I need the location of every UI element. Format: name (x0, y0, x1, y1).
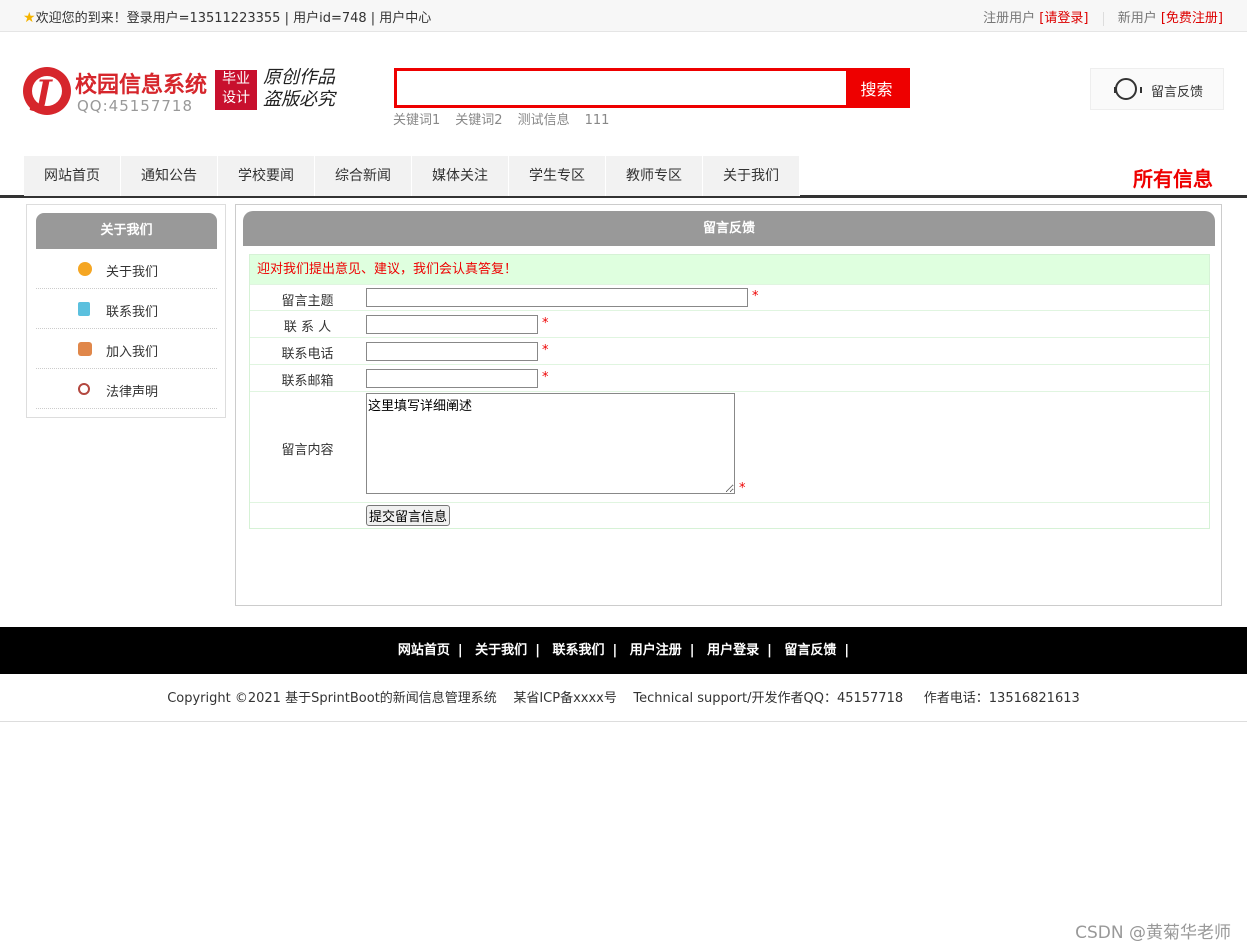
content-label: 留言内容 (281, 443, 334, 458)
sidebar-item-contact[interactable]: 联系我们 (36, 289, 217, 329)
clipboard-icon (78, 302, 90, 316)
headset-icon (1114, 78, 1142, 100)
divider: | (844, 643, 850, 658)
required-mark: * (752, 289, 759, 304)
submit-button[interactable]: 提交留言信息 (366, 505, 451, 526)
form-tip: 迎对我们提出意见、建议，我们会认真答复！ (250, 255, 1209, 284)
logo-qq: QQ:45157718 (77, 97, 194, 115)
required-mark: * (542, 316, 549, 331)
divider: | (535, 643, 540, 658)
keyword-link[interactable]: 111 (585, 113, 610, 128)
divider (1102, 11, 1104, 26)
register-link[interactable]: [免费注册] (1161, 11, 1223, 26)
keyword-link[interactable]: 测试信息 (518, 113, 570, 128)
lock-icon (78, 342, 92, 356)
footer-link-feedback[interactable]: 留言反馈 (784, 643, 836, 658)
divider: | (689, 643, 695, 658)
auth-links: 注册用户 [请登录] 新用户 [免费注册] (983, 7, 1223, 26)
logo-mark-icon: J (23, 67, 71, 115)
star-icon: ★ (23, 10, 36, 26)
required-mark: * (542, 343, 549, 358)
site-logo[interactable]: J 校园信息系统 QQ:45157718 毕业 设计 原创作品 盗版必究 (23, 67, 343, 117)
sidebar-title: 关于我们 (36, 213, 217, 249)
nav-item-students[interactable]: 学生专区 (509, 156, 606, 196)
main-nav: 网站首页 通知公告 学校要闻 综合新闻 媒体关注 学生专区 教师专区 关于我们 … (0, 155, 1247, 198)
sidebar-item-label: 关于我们 (106, 265, 159, 280)
nav-item-notices[interactable]: 通知公告 (121, 156, 218, 196)
orange-dot-icon (78, 262, 92, 276)
welcome-message: ★欢迎您的到来！登录用户=13511223355 | 用户id=748 | 用户… (23, 7, 431, 26)
panel-title: 留言反馈 (243, 211, 1215, 246)
power-icon (78, 383, 90, 395)
sidebar-item-join[interactable]: 加入我们 (36, 329, 217, 369)
search-input[interactable] (397, 71, 849, 105)
footer-link-register[interactable]: 用户注册 (630, 643, 682, 658)
footer-link-contact[interactable]: 联系我们 (552, 643, 604, 658)
all-info-link[interactable]: 所有信息 (1133, 163, 1213, 192)
feedback-shortcut[interactable]: 留言反馈 (1090, 68, 1224, 110)
divider: | (767, 643, 772, 658)
logo-slogan: 原创作品 盗版必究 (263, 67, 335, 110)
feedback-panel: 留言反馈 迎对我们提出意见、建议，我们会认真答复！ 留言主题 * 联 系 人 *… (235, 204, 1222, 606)
copyright: Copyright ©2021 基于SprintBoot的新闻信息管理系统 某省… (0, 674, 1247, 722)
content-textarea[interactable]: 这里填写详细阐述 (366, 393, 735, 494)
welcome-text: 欢迎您的到来！登录用户=13511223355 | 用户id=748 | 用户中… (35, 11, 432, 26)
hot-keywords: 关键词1 关键词2 测试信息 111 (393, 109, 624, 128)
logo-badge: 毕业 设计 (215, 70, 257, 110)
subject-label: 留言主题 (281, 294, 334, 309)
nav-item-teachers[interactable]: 教师专区 (606, 156, 703, 196)
divider: | (457, 643, 463, 658)
feedback-shortcut-label: 留言反馈 (1151, 85, 1204, 100)
nav-item-home[interactable]: 网站首页 (24, 156, 121, 196)
nav-item-about[interactable]: 关于我们 (703, 156, 800, 196)
sidebar-item-legal[interactable]: 法律声明 (36, 369, 217, 409)
nav-item-media[interactable]: 媒体关注 (412, 156, 509, 196)
footer-nav: 网站首页 | 关于我们 | 联系我们 | 用户注册 | 用户登录 | 留言反馈 | (0, 627, 1247, 674)
new-user-label: 新用户 (1117, 11, 1157, 26)
sidebar-item-label: 法律声明 (106, 385, 159, 400)
top-bar: ★欢迎您的到来！登录用户=13511223355 | 用户id=748 | 用户… (0, 0, 1247, 32)
nav-item-school-news[interactable]: 学校要闻 (218, 156, 315, 196)
sidebar-item-about[interactable]: 关于我们 (36, 249, 217, 289)
footer-link-login[interactable]: 用户登录 (707, 643, 759, 658)
search-button[interactable]: 搜索 (846, 71, 907, 105)
nav-item-general-news[interactable]: 综合新闻 (315, 156, 412, 196)
phone-field[interactable] (366, 342, 538, 361)
footer-link-about[interactable]: 关于我们 (475, 643, 527, 658)
required-mark: * (542, 370, 549, 385)
email-field[interactable] (366, 369, 538, 388)
divider: | (612, 643, 618, 658)
feedback-form: 迎对我们提出意见、建议，我们会认真答复！ 留言主题 * 联 系 人 * 联系电话… (249, 254, 1210, 529)
email-label: 联系邮箱 (281, 374, 334, 389)
sidebar: 关于我们 关于我们 联系我们 加入我们 法律声明 (26, 204, 226, 418)
footer-link-home[interactable]: 网站首页 (398, 643, 450, 658)
phone-label: 联系电话 (281, 347, 334, 362)
logo-title: 校园信息系统 (75, 73, 208, 98)
required-mark: * (739, 481, 746, 496)
keyword-link[interactable]: 关键词2 (455, 113, 502, 128)
contact-field[interactable] (366, 315, 538, 334)
search-bar: 搜索 (394, 68, 910, 108)
subject-field[interactable] (366, 288, 748, 307)
keyword-link[interactable]: 关键词1 (393, 113, 440, 128)
sidebar-item-label: 联系我们 (106, 305, 159, 320)
login-link[interactable]: [请登录] (1039, 11, 1088, 26)
watermark: CSDN @黄菊华老师 (1075, 923, 1231, 943)
registered-user-label: 注册用户 (983, 11, 1036, 26)
contact-label: 联 系 人 (283, 320, 332, 335)
sidebar-item-label: 加入我们 (106, 345, 159, 360)
